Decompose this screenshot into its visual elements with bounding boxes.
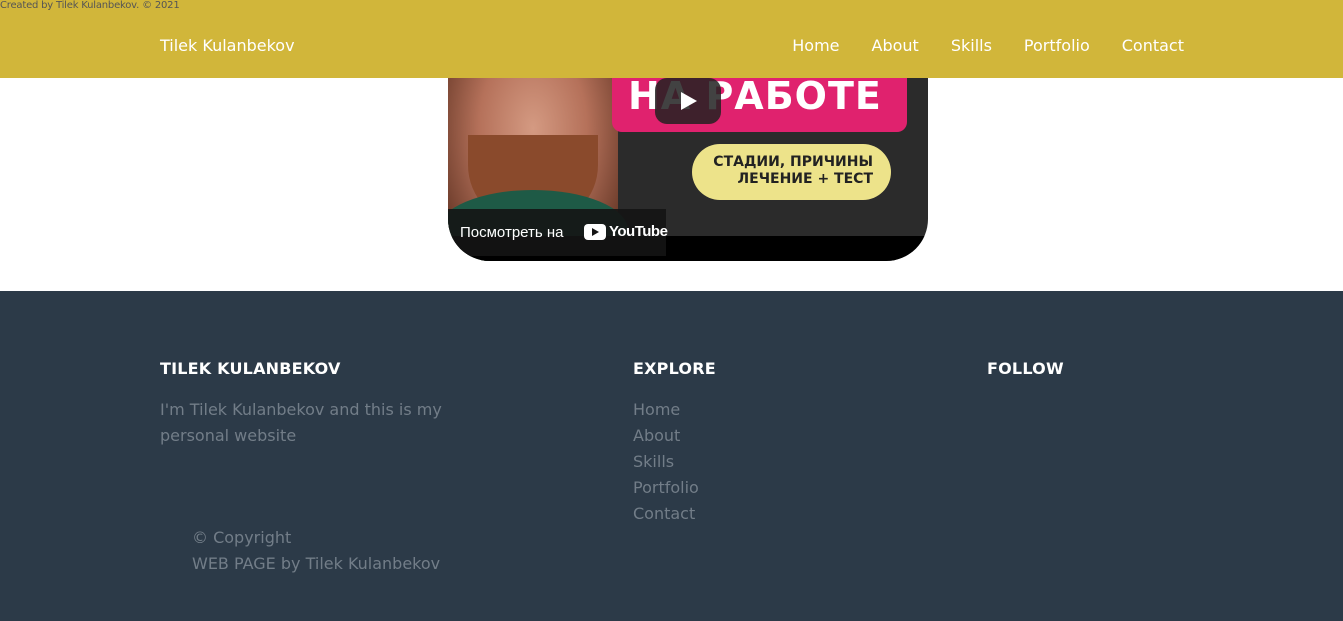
footer-explore-links: Home About Skills Portfolio Contact: [633, 397, 699, 527]
footer-link-contact[interactable]: Contact: [633, 501, 699, 527]
nav-home[interactable]: Home: [792, 36, 839, 55]
thumbnail-pill-line1: СТАДИИ, ПРИЧИНЫ: [713, 154, 873, 170]
thumbnail-pill: СТАДИИ, ПРИЧИНЫ ЛЕЧЕНИЕ + ТЕСТ: [692, 144, 891, 200]
footer-about-text: I'm Tilek Kulanbekov and this is my pers…: [160, 400, 442, 445]
play-icon: [681, 92, 697, 110]
footer-explore-title: EXPLORE: [633, 359, 716, 378]
footer-about-title: TILEK KULANBEKOV: [160, 359, 341, 378]
copyright-line1: © Copyright: [192, 528, 292, 547]
footer-link-portfolio[interactable]: Portfolio: [633, 475, 699, 501]
nav-links: Home About Skills Portfolio Contact: [792, 36, 1184, 55]
thumbnail-pill-line2: ЛЕЧЕНИЕ + ТЕСТ: [737, 171, 873, 187]
nav-portfolio[interactable]: Portfolio: [1024, 36, 1090, 55]
footer-link-home[interactable]: Home: [633, 397, 699, 423]
footer: TILEK KULANBEKOV I'm Tilek Kulanbekov an…: [0, 291, 1343, 621]
nav-about[interactable]: About: [872, 36, 919, 55]
nav-contact[interactable]: Contact: [1122, 36, 1184, 55]
top-credit: Created by Tilek Kulanbekov. © 2021: [0, 0, 180, 11]
play-button[interactable]: [655, 78, 721, 124]
footer-copyright: © Copyright WEB PAGE by Tilek Kulanbekov: [192, 525, 440, 577]
youtube-icon: [584, 223, 606, 240]
navbar: Tilek Kulanbekov Home About Skills Portf…: [0, 0, 1343, 78]
nav-skills[interactable]: Skills: [951, 36, 992, 55]
footer-link-skills[interactable]: Skills: [633, 449, 699, 475]
copyright-line2: WEB PAGE by Tilek Kulanbekov: [192, 554, 441, 573]
watch-on-label: Посмотреть на: [460, 224, 564, 241]
watch-on-youtube[interactable]: Посмотреть на YouTube: [448, 209, 668, 256]
youtube-text: YouTube: [609, 223, 668, 240]
footer-follow-title: FOLLOW: [987, 359, 1064, 378]
footer-link-about[interactable]: About: [633, 423, 699, 449]
youtube-logo: YouTube: [584, 223, 668, 240]
brand-name[interactable]: Tilek Kulanbekov: [160, 36, 295, 55]
